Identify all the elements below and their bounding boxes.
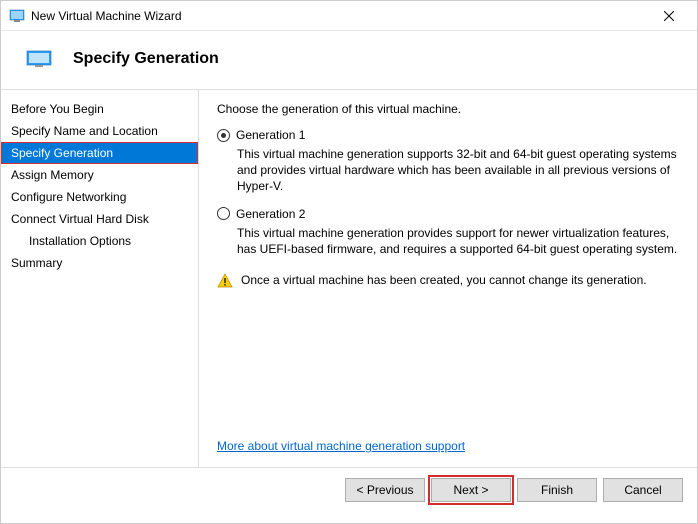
radio-label: Generation 1 [236, 128, 305, 142]
more-info-link[interactable]: More about virtual machine generation su… [217, 439, 679, 453]
sidebar-item-assign-memory[interactable]: Assign Memory [1, 164, 198, 186]
radio-row: Generation 2 [217, 207, 679, 221]
warning-icon [217, 273, 233, 289]
sidebar-item-before-you-begin[interactable]: Before You Begin [1, 98, 198, 120]
instruction-text: Choose the generation of this virtual ma… [217, 102, 679, 116]
header-vm-icon [25, 49, 57, 69]
vm-icon [9, 8, 25, 24]
titlebar: New Virtual Machine Wizard [1, 1, 697, 31]
radio-generation-2[interactable] [217, 207, 230, 220]
sidebar-item-specify-generation[interactable]: Specify Generation [1, 142, 198, 164]
next-button[interactable]: Next > [431, 478, 511, 502]
radio-row: Generation 1 [217, 128, 679, 142]
finish-button[interactable]: Finish [517, 478, 597, 502]
radio-label: Generation 2 [236, 207, 305, 221]
sidebar-item-installation-options[interactable]: Installation Options [1, 230, 198, 252]
generation-option-1: Generation 1 This virtual machine generat… [217, 128, 679, 195]
sidebar-item-summary[interactable]: Summary [1, 252, 198, 274]
close-button[interactable] [649, 2, 689, 30]
wizard-header: Specify Generation [1, 31, 697, 89]
close-icon [664, 11, 674, 21]
page-title: Specify Generation [73, 50, 219, 68]
wizard-body: Before You BeginSpecify Name and Locatio… [1, 89, 697, 467]
sidebar-item-specify-name-and-location[interactable]: Specify Name and Location [1, 120, 198, 142]
radio-description: This virtual machine generation supports… [237, 146, 679, 195]
window-title: New Virtual Machine Wizard [31, 9, 649, 23]
generation-option-2: Generation 2 This virtual machine generat… [217, 207, 679, 257]
warning-row: Once a virtual machine has been created,… [217, 273, 679, 289]
sidebar-item-connect-virtual-hard-disk[interactable]: Connect Virtual Hard Disk [1, 208, 198, 230]
radio-description: This virtual machine generation provides… [237, 225, 679, 257]
warning-text: Once a virtual machine has been created,… [241, 273, 647, 287]
content-panel: Choose the generation of this virtual ma… [199, 90, 697, 467]
previous-button[interactable]: < Previous [345, 478, 425, 502]
radio-generation-1[interactable] [217, 129, 230, 142]
sidebar: Before You BeginSpecify Name and Locatio… [1, 90, 199, 467]
wizard-footer: < Previous Next > Finish Cancel [1, 467, 697, 511]
sidebar-item-configure-networking[interactable]: Configure Networking [1, 186, 198, 208]
cancel-button[interactable]: Cancel [603, 478, 683, 502]
